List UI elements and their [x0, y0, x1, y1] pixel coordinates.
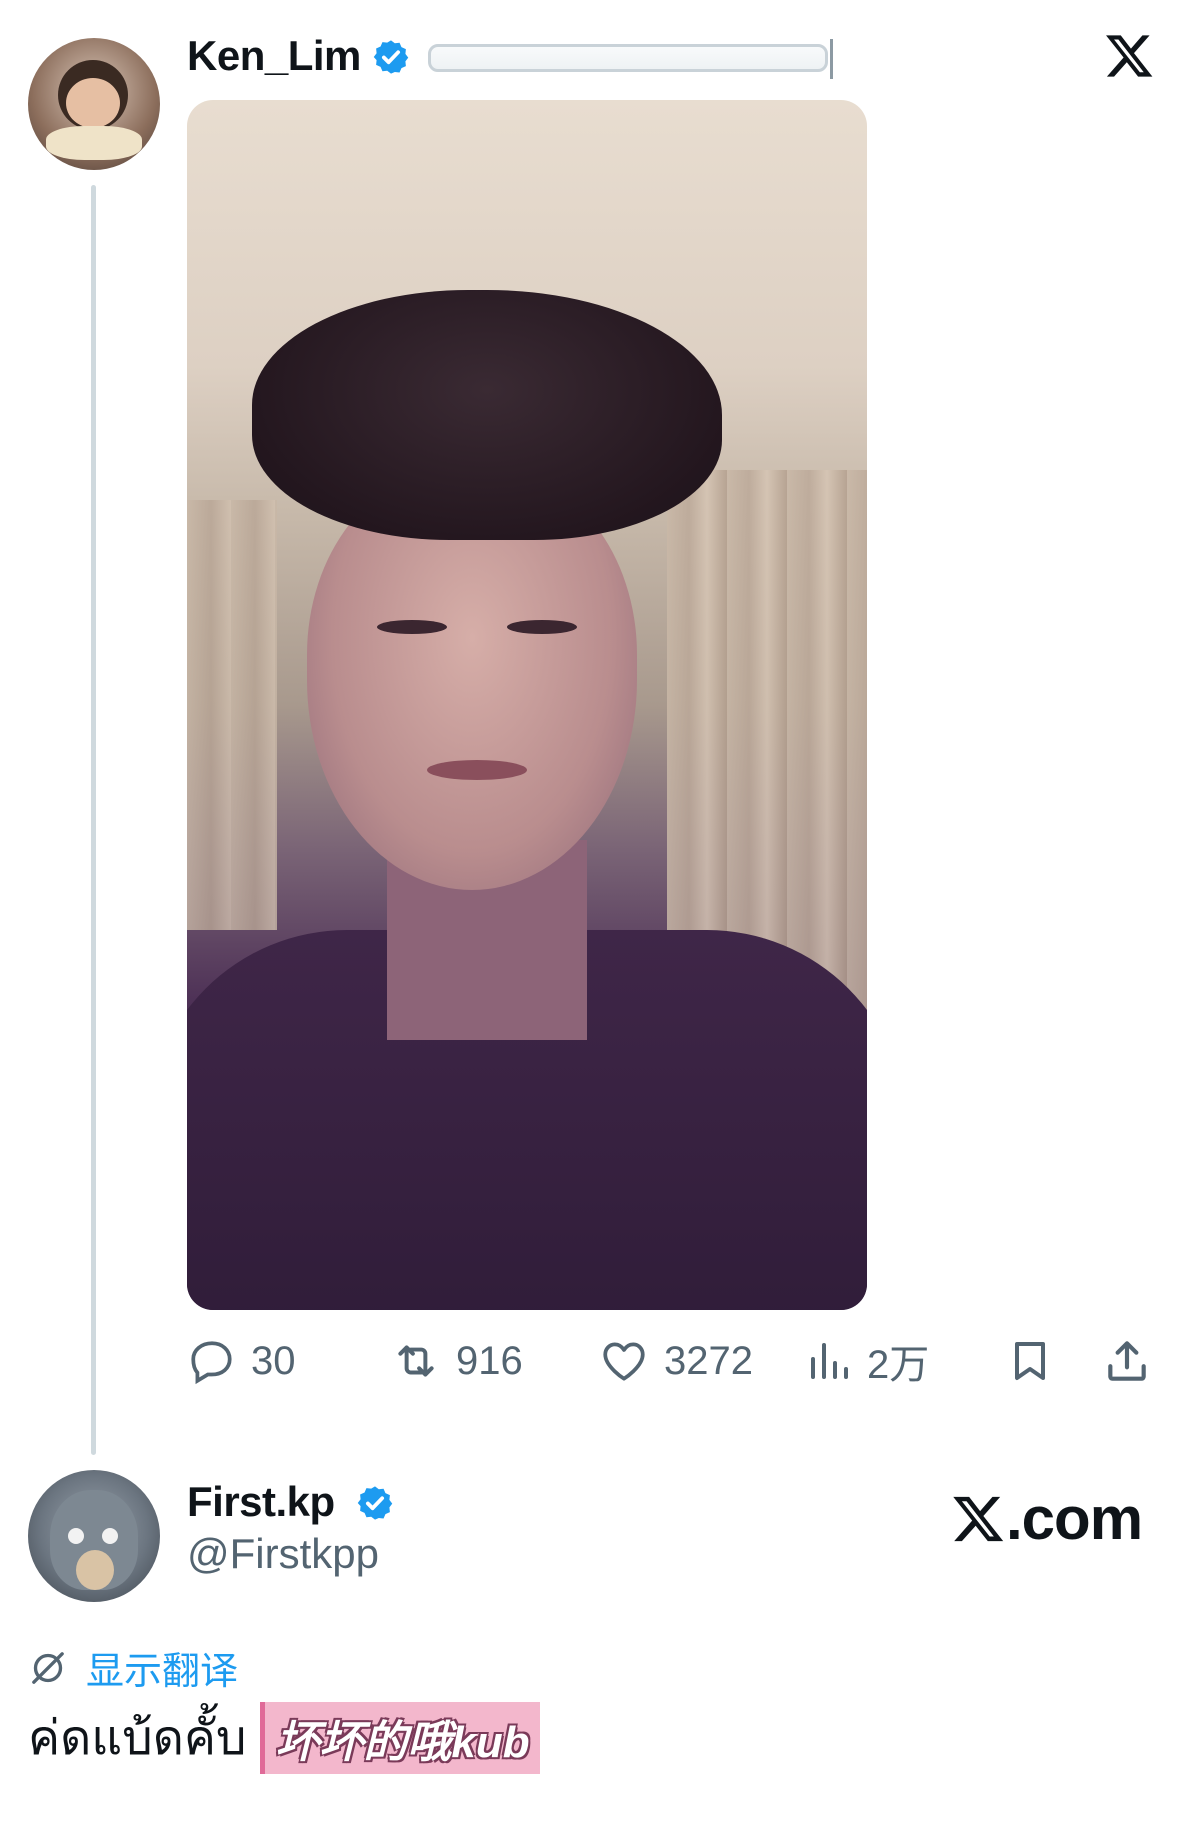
like-count: 3272 — [664, 1338, 753, 1383]
x-logo-icon[interactable] — [1103, 30, 1155, 82]
show-translation-link[interactable]: 显示翻译 — [28, 1640, 238, 1695]
thread-connector-line — [91, 185, 96, 1455]
share-upload-icon — [1108, 1341, 1146, 1381]
like-button[interactable]: 3272 — [598, 1336, 753, 1386]
x-com-brand: .com — [950, 1484, 1143, 1553]
user-handle[interactable]: @Firstkpp — [187, 1530, 379, 1578]
overlay-caption: 坏坏的哦kub — [260, 1702, 540, 1774]
reply-button[interactable]: 30 — [187, 1336, 296, 1386]
tweet-text: ค่ดแบ้ดคั้บ — [28, 1710, 247, 1766]
heart-icon — [603, 1342, 645, 1381]
display-name-first-kp[interactable]: First.kp — [187, 1478, 335, 1526]
x-logo-icon — [953, 1496, 1004, 1541]
avatar-ken-lim[interactable] — [28, 38, 160, 170]
bookmark-button[interactable] — [1006, 1336, 1068, 1386]
analytics-bars-icon — [811, 1343, 848, 1379]
retweet-button[interactable]: 916 — [390, 1336, 523, 1386]
avatar-first-kp[interactable] — [28, 1470, 160, 1602]
bookmark-icon — [1015, 1342, 1045, 1380]
retweet-count: 916 — [456, 1338, 523, 1383]
brand-text: .com — [1006, 1485, 1143, 1552]
view-count: 2万 — [867, 1343, 930, 1387]
handle-placeholder-bar — [428, 39, 833, 79]
views-button[interactable]: 2万 — [805, 1336, 929, 1387]
translate-globe-icon — [32, 1651, 64, 1684]
verified-badge-icon — [357, 1486, 393, 1520]
verified-badge-icon — [373, 40, 409, 74]
tweet-body: ค่ดแบ้ดคั้บ 坏坏的哦kub — [28, 1700, 540, 1776]
reply-icon — [191, 1341, 232, 1385]
display-name-ken-lim[interactable]: Ken_Lim — [187, 32, 361, 80]
video-subject-hair — [252, 290, 722, 540]
video-player[interactable] — [187, 100, 867, 1310]
share-button[interactable] — [1102, 1336, 1166, 1386]
reply-count: 30 — [251, 1338, 296, 1383]
show-translation-label: 显示翻译 — [86, 1651, 239, 1693]
retweet-icon — [398, 1345, 434, 1377]
background-curtain-left — [187, 500, 277, 930]
